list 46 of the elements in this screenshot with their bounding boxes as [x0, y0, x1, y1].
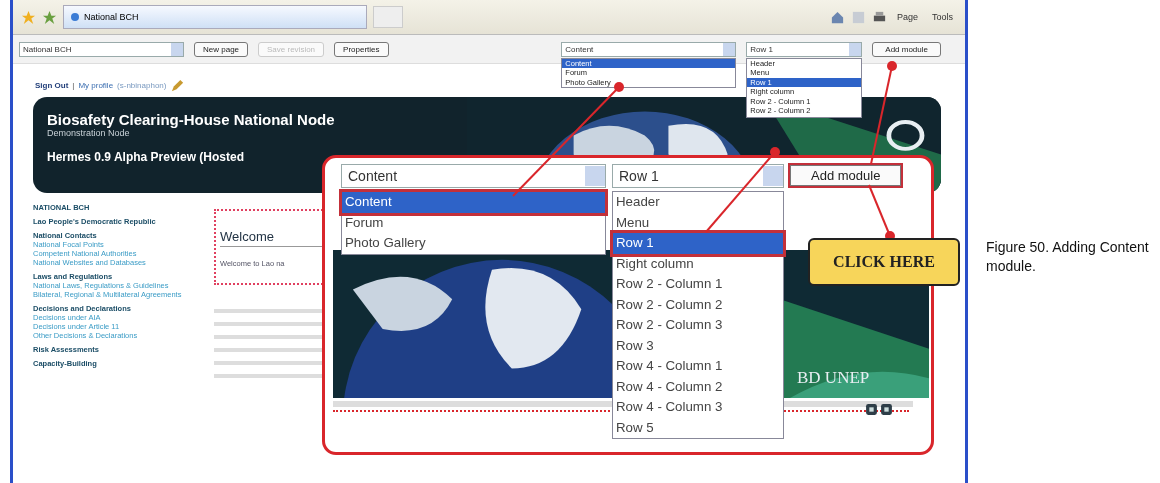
version-text: Hermes 0.9 Alpha Preview (Hosted — [47, 150, 245, 164]
position-dropdown[interactable]: Row 1 — [746, 41, 863, 57]
dropdown-option[interactable]: Row 4 - Column 2 — [613, 376, 783, 397]
dropdown-option[interactable]: Row 4 - Column 3 — [613, 397, 783, 418]
page-dropdown[interactable]: National BCH — [19, 41, 184, 57]
star-icon[interactable] — [42, 9, 57, 25]
username: (s-nbinaphon) — [117, 81, 167, 90]
delete-icon[interactable] — [880, 403, 893, 416]
toolbar-menu[interactable]: Tools — [928, 12, 957, 22]
toolbar-button[interactable]: New page — [194, 41, 249, 57]
separator: | — [72, 81, 75, 90]
pencil-icon[interactable] — [170, 78, 186, 93]
dropdown-option[interactable]: Row 2 - Column 2 — [613, 294, 783, 315]
dropdown-option[interactable]: Photo Gallery — [342, 233, 605, 254]
dropdown-option[interactable]: Row 4 - Column 1 — [613, 356, 783, 377]
module-dropdown[interactable]: Content — [561, 41, 737, 57]
module-dropdown[interactable]: Content — [341, 164, 606, 188]
profile-link[interactable]: My profile — [78, 81, 114, 90]
home-icon[interactable] — [829, 9, 845, 25]
logo-text: BD UNEP — [797, 368, 870, 388]
star-icon[interactable] — [21, 9, 36, 25]
browser-tab[interactable]: National BCH — [63, 5, 367, 29]
globe-icon — [70, 12, 80, 22]
sign-out-link[interactable]: Sign Out — [35, 81, 69, 90]
dropdown-option[interactable]: Row 2 - Column 1 — [613, 274, 783, 295]
dropdown-option[interactable]: Row 3 — [613, 335, 783, 356]
edit-icon[interactable] — [865, 403, 878, 416]
figure-caption: Figure 50. Adding Content module. — [986, 237, 1150, 276]
leader-line — [868, 184, 895, 241]
add-module-button[interactable]: Add module — [790, 165, 902, 186]
dropdown-option[interactable]: Content — [342, 192, 605, 213]
dropdown-option[interactable]: Menu — [613, 212, 783, 233]
new-tab-button[interactable] — [373, 6, 403, 28]
dropdown-option[interactable]: Row 2 - Column 3 — [613, 315, 783, 336]
position-dropdown[interactable]: Row 1 — [612, 164, 784, 188]
site-title: Biosafety Clearing-House National Node — [47, 111, 336, 128]
toolbar-button[interactable]: Properties — [334, 41, 389, 57]
dropdown-option[interactable]: Header — [613, 192, 783, 213]
dropdown-option[interactable]: Right column — [613, 253, 783, 274]
add-module-button[interactable]: Add module — [872, 41, 941, 57]
dropdown-option[interactable]: Row 5 — [613, 417, 783, 438]
click-here-callout: CLICK HERE — [808, 238, 960, 286]
dropdown-option[interactable]: Forum — [342, 212, 605, 233]
dropdown-option[interactable]: Row 1 — [613, 233, 783, 254]
site-subtitle: Demonstration Node — [47, 128, 130, 138]
toolbar-menu[interactable]: Page — [892, 12, 922, 22]
